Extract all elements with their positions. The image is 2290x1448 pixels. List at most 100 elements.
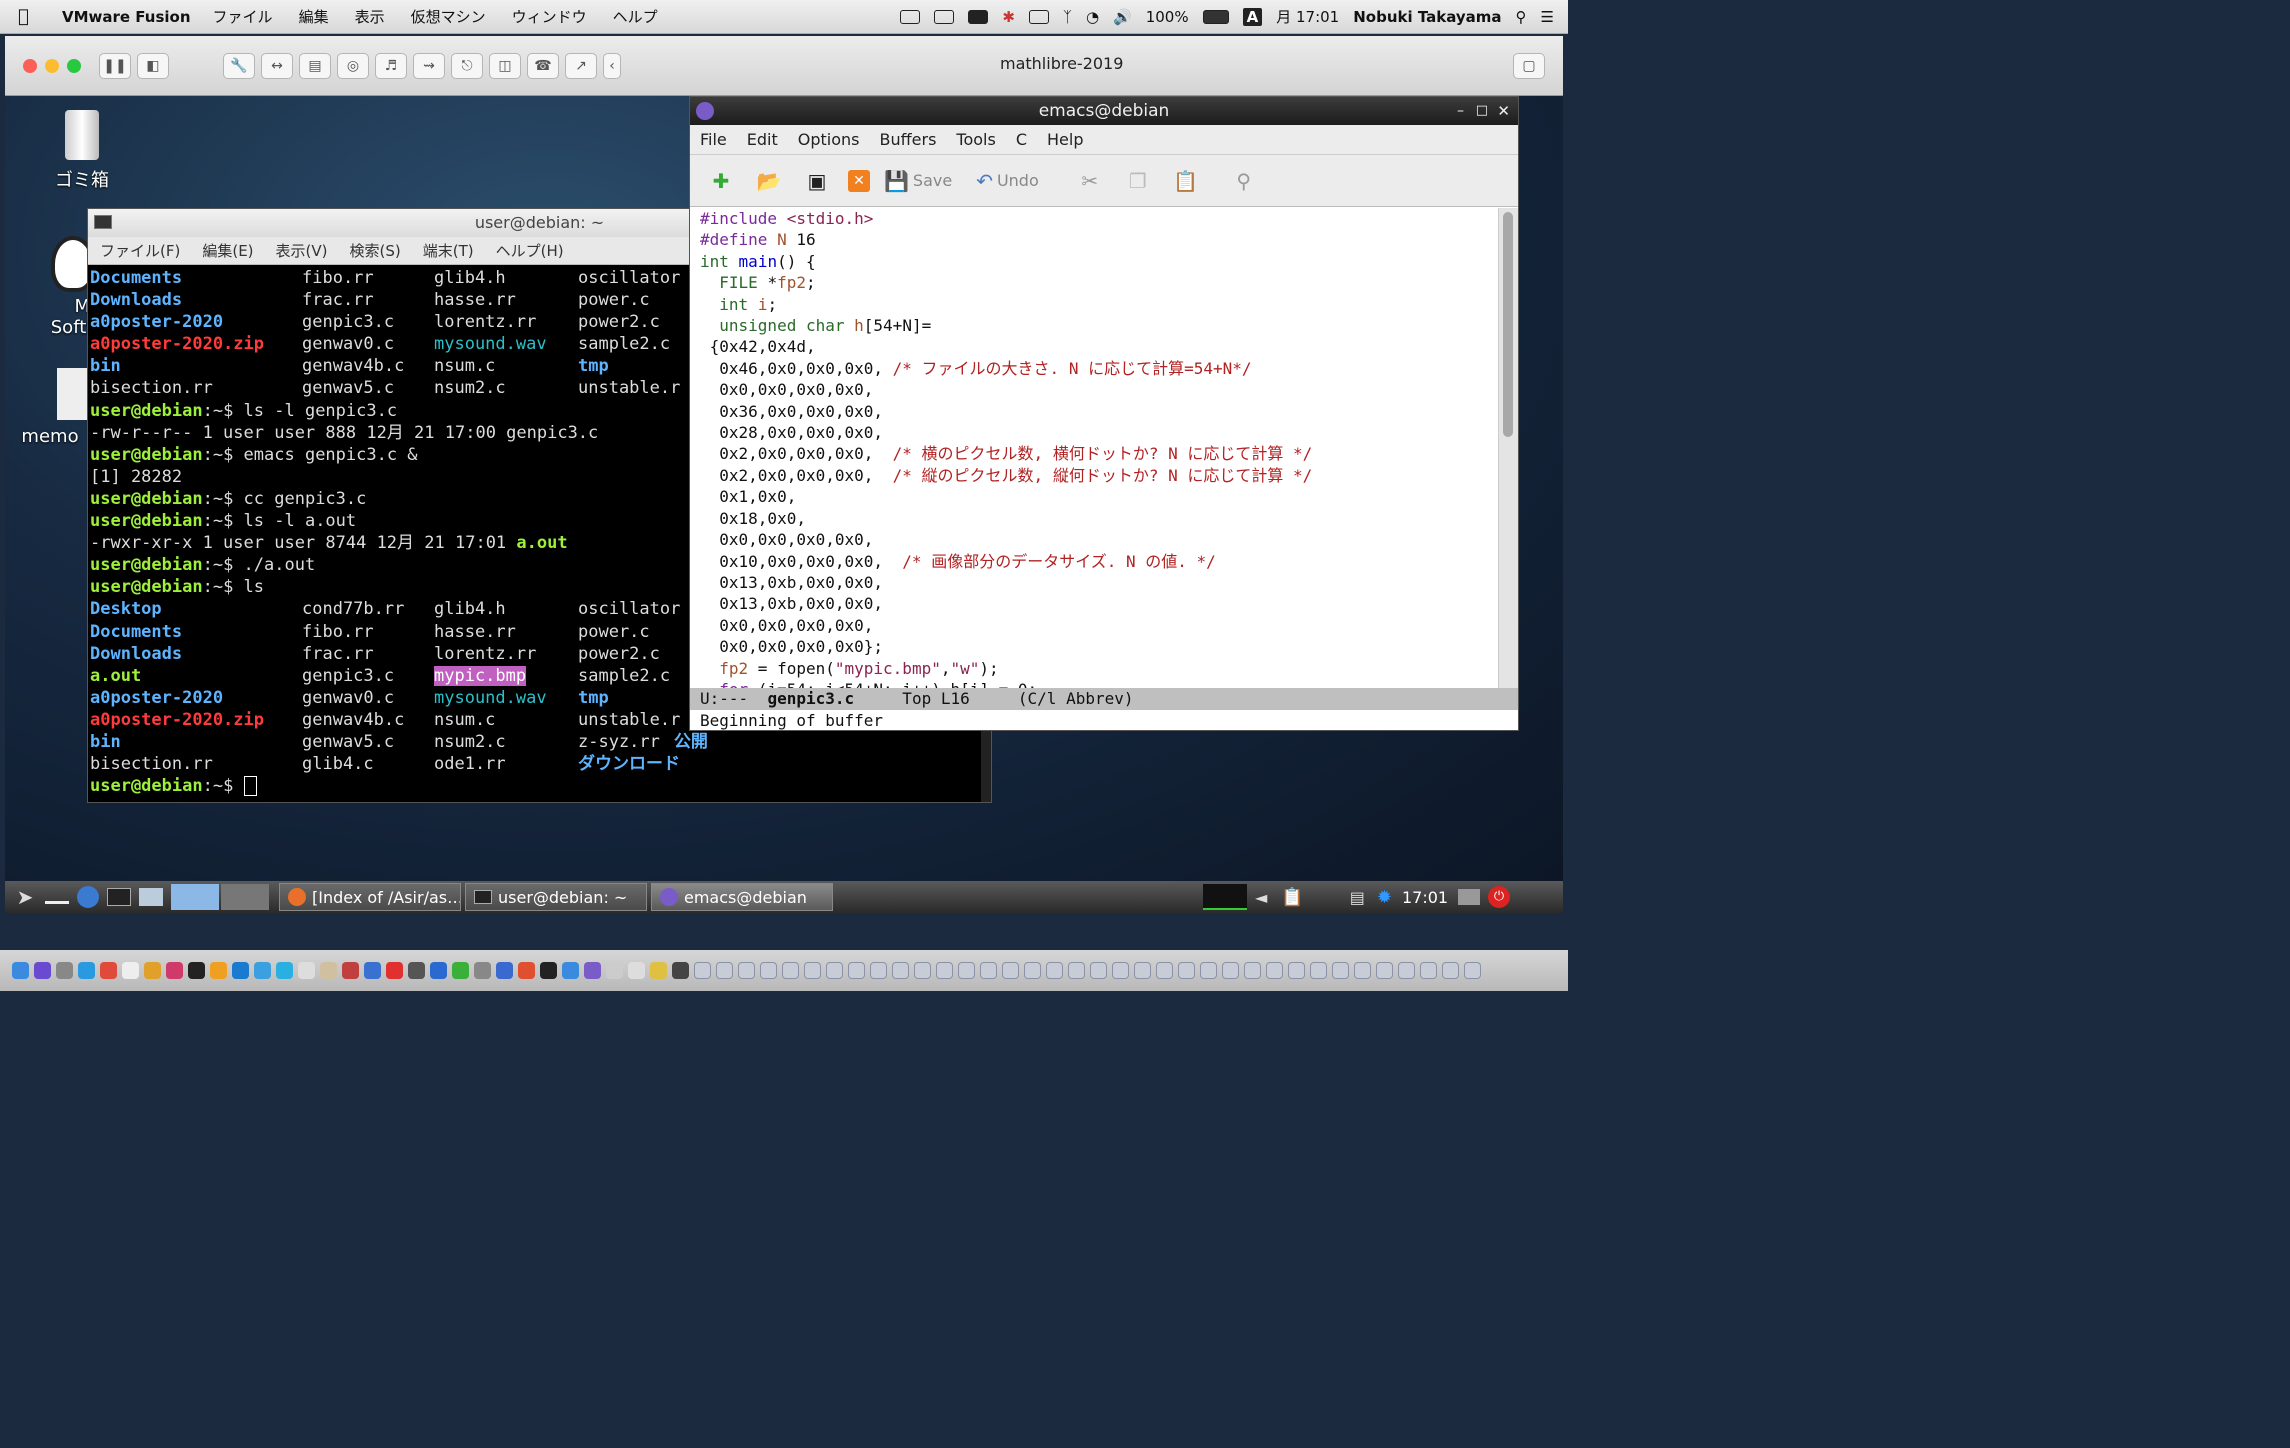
dock-minimized-window-icon[interactable] <box>804 962 821 979</box>
input-source-indicator[interactable]: A <box>1242 7 1263 26</box>
battery-icon[interactable] <box>1202 9 1229 24</box>
dock-app-icon[interactable] <box>276 962 293 979</box>
wifi-icon[interactable]: ◔ <box>1086 8 1099 26</box>
dock-minimized-window-icon[interactable] <box>1354 962 1371 979</box>
settings-wrench-button[interactable]: 🔧 <box>223 52 255 79</box>
terminal-menu-edit[interactable]: 編集(E) <box>202 240 253 261</box>
dock-minimized-window-icon[interactable] <box>760 962 777 979</box>
emacs-menu-tools[interactable]: Tools <box>956 130 995 149</box>
dock-minimized-window-icon[interactable] <box>936 962 953 979</box>
terminal-menu-help[interactable]: ヘルプ(H) <box>496 240 564 261</box>
trash-desktop-icon[interactable]: ゴミ箱 <box>47 110 117 192</box>
volume-tray-icon[interactable]: ◄ <box>1255 888 1267 907</box>
keyboard-tray-icon[interactable] <box>1458 889 1481 905</box>
close-icon[interactable]: ✕ <box>1497 97 1510 125</box>
dock-app-icon[interactable] <box>672 962 689 979</box>
screens-icon[interactable] <box>934 9 955 24</box>
headset-button[interactable]: ⎋ <box>451 52 483 79</box>
dock-app-icon[interactable] <box>12 962 29 979</box>
minimize-icon[interactable]: – <box>1457 97 1464 125</box>
dock-minimized-window-icon[interactable] <box>1178 962 1195 979</box>
dock-app-icon[interactable] <box>100 962 117 979</box>
user-name[interactable]: Nobuki Takayama <box>1353 8 1501 26</box>
update-tray-icon[interactable]: ✹ <box>1377 887 1392 908</box>
dock-minimized-window-icon[interactable] <box>1398 962 1415 979</box>
dock-app-icon[interactable] <box>408 962 425 979</box>
dock-minimized-window-icon[interactable] <box>870 962 887 979</box>
minimize-all-icon[interactable] <box>45 890 69 904</box>
dock-app-icon[interactable] <box>188 962 205 979</box>
maximize-icon[interactable]: □ <box>1476 97 1488 125</box>
dock-minimized-window-icon[interactable] <box>1156 962 1173 979</box>
dock-app-icon[interactable] <box>364 962 381 979</box>
paste-icon[interactable]: 📋 <box>1169 164 1203 198</box>
dock-minimized-window-icon[interactable] <box>782 962 799 979</box>
display-icon[interactable] <box>1028 9 1049 24</box>
dropbox-icon[interactable]: ✱ <box>1002 8 1015 26</box>
dock-app-icon[interactable] <box>320 962 337 979</box>
network-tray-icon[interactable]: ▤ <box>1350 888 1365 907</box>
dock-app-icon[interactable] <box>122 962 139 979</box>
menu-clock[interactable]: 月 17:01 <box>1276 6 1339 27</box>
dock-app-icon[interactable] <box>452 962 469 979</box>
dock-app-icon[interactable] <box>78 962 95 979</box>
dock-minimized-window-icon[interactable] <box>1332 962 1349 979</box>
fullscreen-button[interactable]: ▢ <box>1513 52 1545 79</box>
clipboard-tray-icon[interactable]: 📋 <box>1281 887 1303 908</box>
dock-minimized-window-icon[interactable] <box>914 962 931 979</box>
sound-button[interactable]: ♬ <box>375 52 407 79</box>
dock-minimized-window-icon[interactable] <box>980 962 997 979</box>
dock-minimized-window-icon[interactable] <box>958 962 975 979</box>
menu-file[interactable]: ファイル <box>213 6 273 27</box>
emacs-menu-options[interactable]: Options <box>798 130 860 149</box>
terminal-menu-terminal[interactable]: 端末(T) <box>423 240 474 261</box>
emacs-titlebar[interactable]: emacs@debian – □ ✕ <box>690 97 1518 125</box>
dock-app-icon[interactable] <box>584 962 601 979</box>
disk-button[interactable]: ▤ <box>299 52 331 79</box>
minimize-window-button[interactable] <box>45 58 59 73</box>
dock-minimized-window-icon[interactable] <box>1112 962 1129 979</box>
copy-icon[interactable]: ❐ <box>1121 164 1155 198</box>
dock-app-icon[interactable] <box>254 962 271 979</box>
search-icon[interactable]: ⚲ <box>1227 164 1261 198</box>
dock-minimized-window-icon[interactable] <box>1222 962 1239 979</box>
apple-menu-icon[interactable]:  <box>18 6 48 27</box>
share-button[interactable]: ↗ <box>565 52 597 79</box>
emacs-menu-edit[interactable]: Edit <box>747 130 778 149</box>
undo-button[interactable]: ↶ Undo <box>976 164 1039 198</box>
dock-minimized-window-icon[interactable] <box>1068 962 1085 979</box>
dock-minimized-window-icon[interactable] <box>1442 962 1459 979</box>
close-window-button[interactable] <box>23 58 37 73</box>
terminal-launcher-icon[interactable] <box>107 888 131 906</box>
usb-button[interactable]: ⇝ <box>413 52 445 79</box>
menu-window[interactable]: ウィンドウ <box>512 6 587 27</box>
dock-app-icon[interactable] <box>210 962 227 979</box>
dock-minimized-window-icon[interactable] <box>1266 962 1283 979</box>
dock-minimized-window-icon[interactable] <box>1134 962 1151 979</box>
new-file-icon[interactable]: ✚ <box>704 164 738 198</box>
dock-app-icon[interactable] <box>540 962 557 979</box>
window-switch-icon[interactable] <box>139 888 163 906</box>
save-button[interactable]: 💾 Save <box>884 164 952 198</box>
dock-minimized-window-icon[interactable] <box>1046 962 1063 979</box>
power-icon[interactable]: ⏻ <box>1488 886 1511 908</box>
terminal-menu-view[interactable]: 表示(V) <box>276 240 328 261</box>
dock-app-icon[interactable] <box>496 962 513 979</box>
dock-minimized-window-icon[interactable] <box>1310 962 1327 979</box>
dock-app-icon[interactable] <box>650 962 667 979</box>
dock-app-icon[interactable] <box>232 962 249 979</box>
dock-minimized-window-icon[interactable] <box>1464 962 1481 979</box>
workspace-1[interactable] <box>171 884 219 910</box>
dock-minimized-window-icon[interactable] <box>1200 962 1217 979</box>
dock-app-icon[interactable] <box>166 962 183 979</box>
dock-minimized-window-icon[interactable] <box>848 962 865 979</box>
printer-button[interactable]: ◫ <box>489 52 521 79</box>
emacs-window[interactable]: emacs@debian – □ ✕ File Edit Options Buf… <box>689 96 1519 731</box>
workspace-2[interactable] <box>221 884 269 910</box>
snapshot-button[interactable]: ◧ <box>137 52 169 79</box>
task-terminal[interactable]: user@debian: ~ <box>465 883 647 911</box>
emacs-menu-buffers[interactable]: Buffers <box>880 130 937 149</box>
dock-minimized-window-icon[interactable] <box>1376 962 1393 979</box>
dock-minimized-window-icon[interactable] <box>1002 962 1019 979</box>
camera-icon[interactable] <box>900 9 921 24</box>
